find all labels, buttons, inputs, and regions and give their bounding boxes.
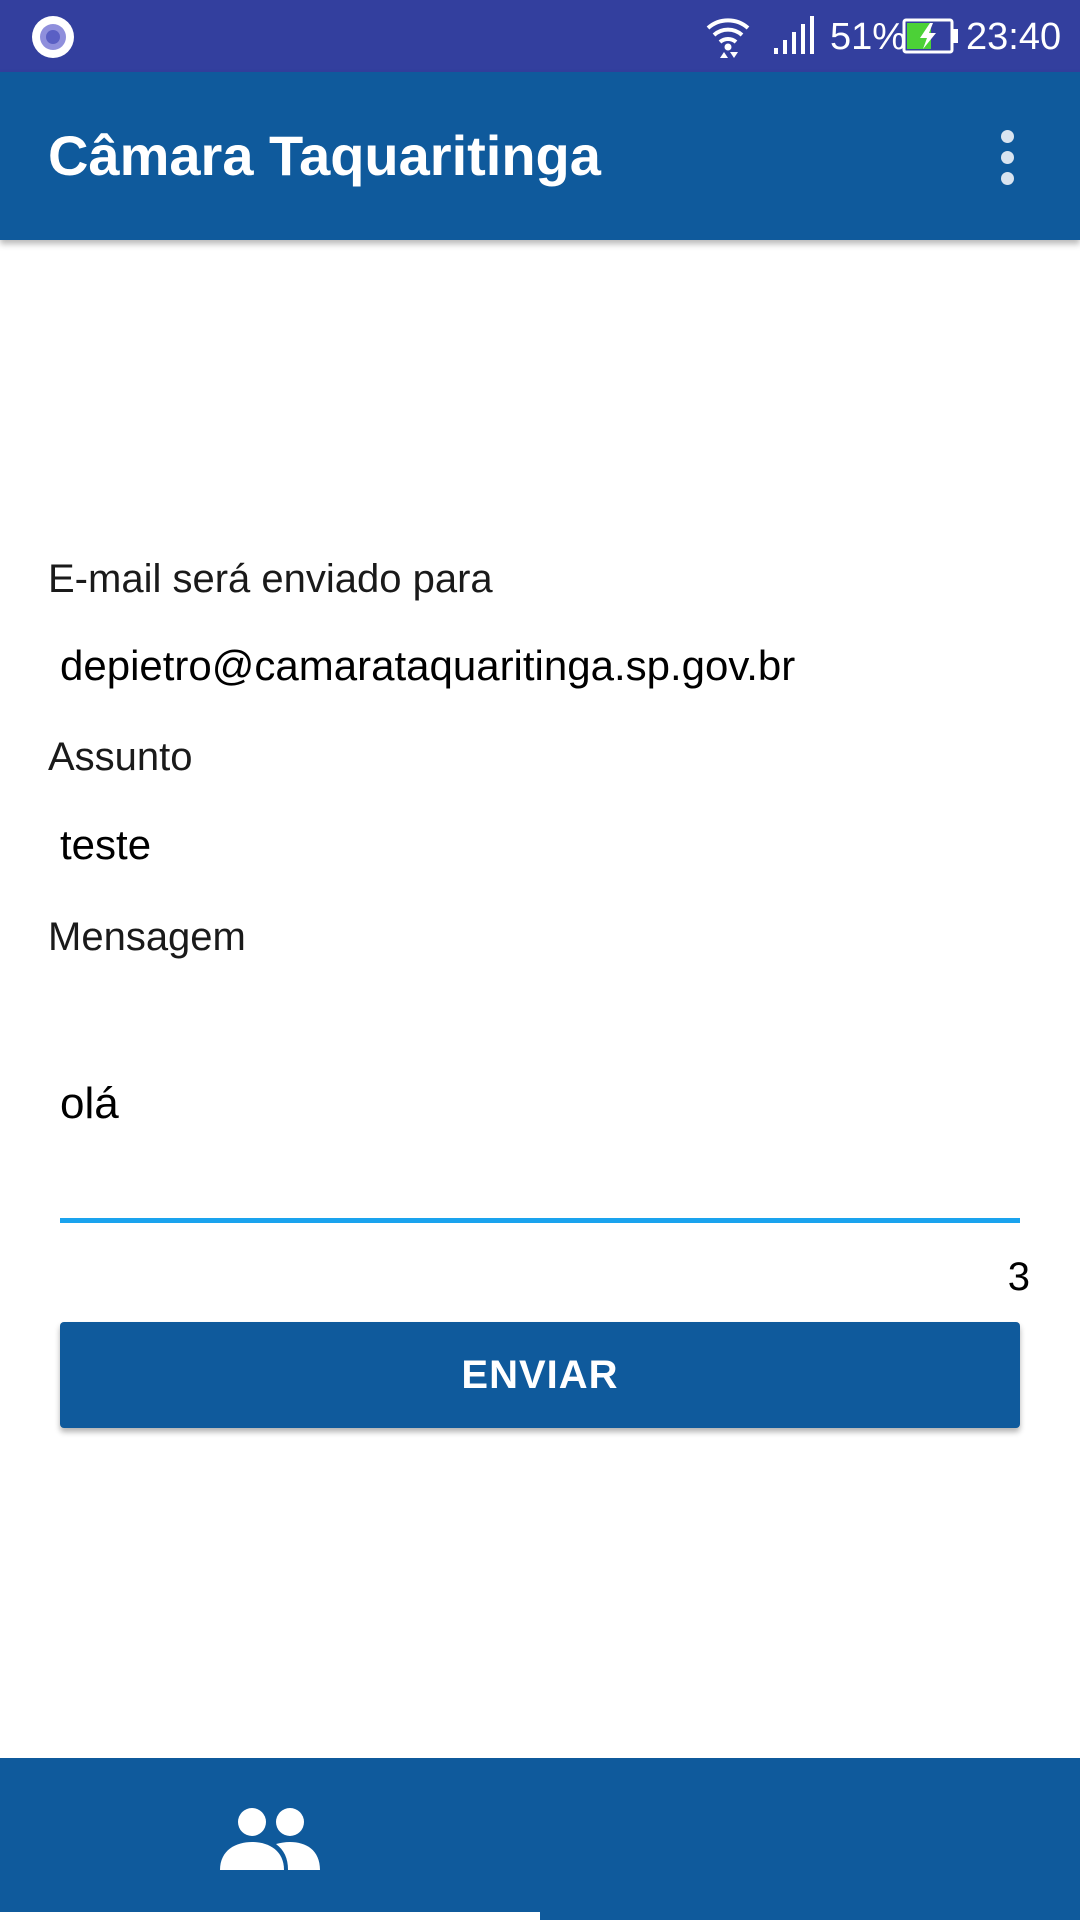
recipient-label: E-mail será enviado para xyxy=(48,557,493,601)
more-vert-icon[interactable] xyxy=(994,130,1020,186)
wifi-icon xyxy=(706,18,750,58)
bottom-nav xyxy=(0,1758,1080,1920)
screen: 51% 23:40 Câmara Taquaritinga E-mail ser… xyxy=(0,0,1080,1920)
app-title: Câmara Taquaritinga xyxy=(48,124,601,187)
message-text: olá xyxy=(60,1079,119,1128)
clock: 23:40 xyxy=(966,16,1062,58)
battery-charging-icon xyxy=(902,18,958,54)
app-bar: Câmara Taquaritinga xyxy=(0,72,1080,240)
battery-percent: 51% xyxy=(830,16,907,58)
cell-signal-icon xyxy=(774,16,814,54)
char-counter: 3 xyxy=(1007,1255,1030,1299)
status-bar: 51% 23:40 xyxy=(0,0,1080,72)
message-input[interactable]: olá xyxy=(60,1076,1020,1176)
subject-value[interactable]: teste xyxy=(60,819,151,871)
app-notification-icon xyxy=(32,16,74,58)
message-input-underline xyxy=(60,1218,1020,1223)
people-icon xyxy=(220,1808,320,1870)
selected-tab-indicator xyxy=(0,1912,540,1920)
recipient-email: depietro@camarataquaritinga.sp.gov.br xyxy=(60,642,796,689)
message-label: Mensagem xyxy=(48,915,246,959)
tab-video[interactable] xyxy=(540,1758,1080,1920)
send-button[interactable]: ENVIAR xyxy=(60,1322,1020,1428)
tab-people[interactable] xyxy=(0,1758,540,1920)
subject-label: Assunto xyxy=(48,735,193,779)
